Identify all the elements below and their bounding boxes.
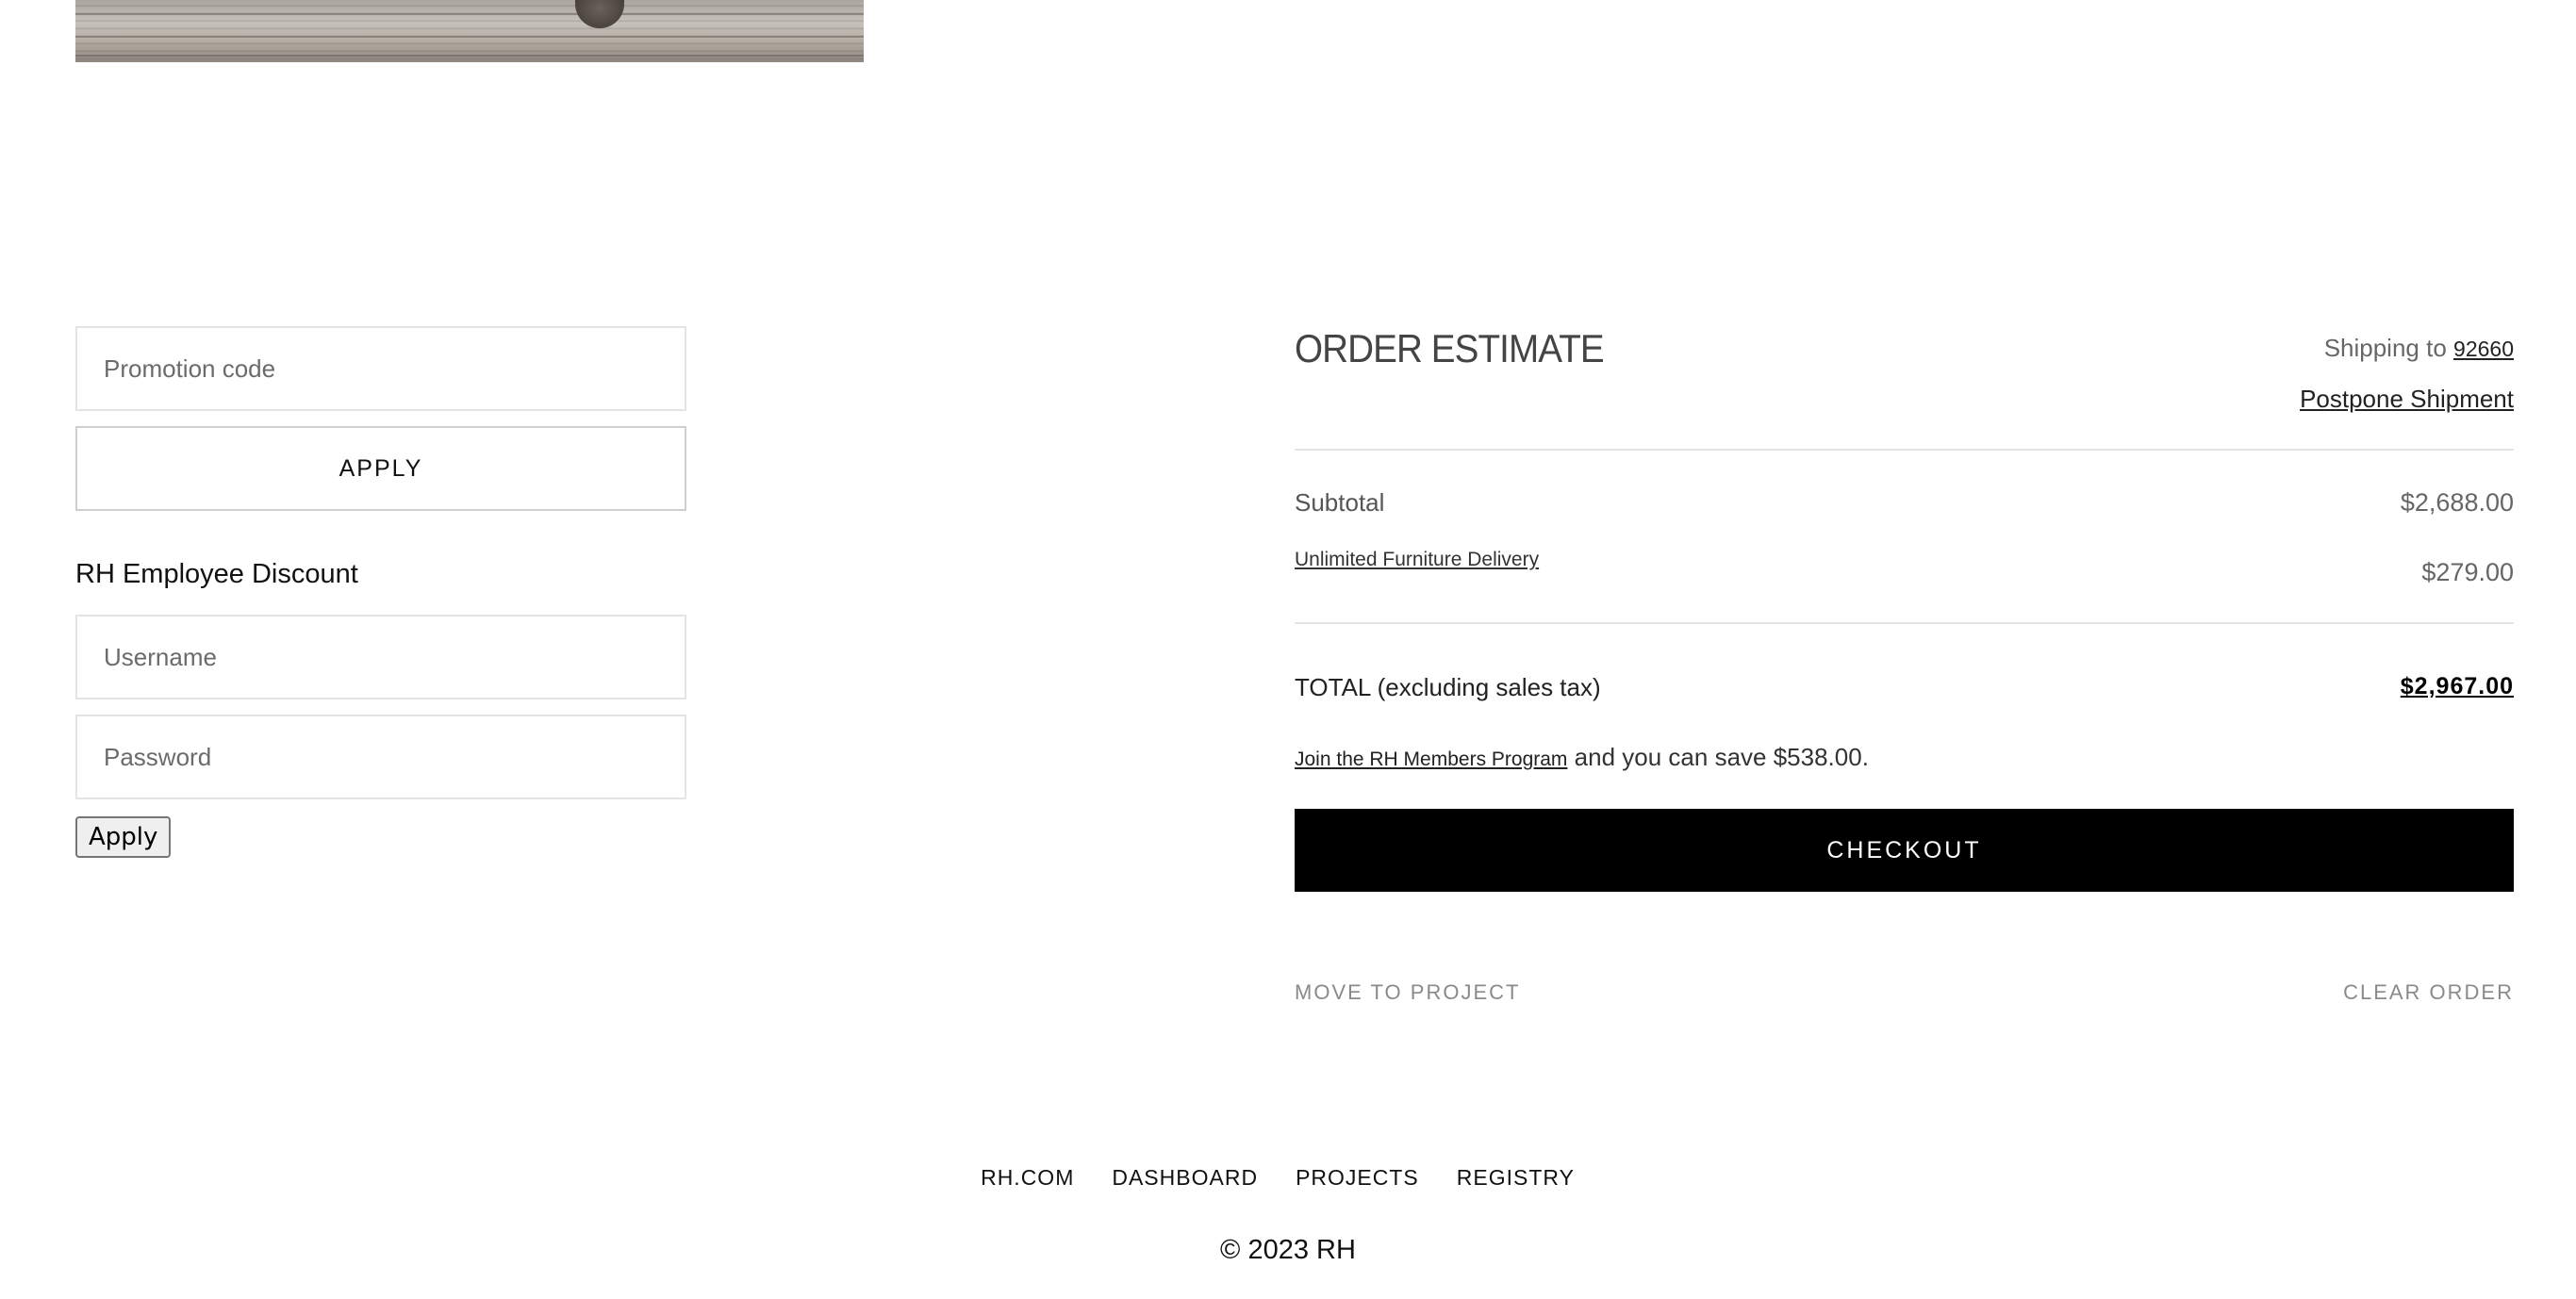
employee-discount-heading: RH Employee Discount: [75, 559, 358, 589]
promo-and-discount-section: APPLY RH Employee Discount Apply: [75, 326, 686, 858]
subtotal-value: $2,688.00: [2400, 488, 2514, 517]
order-actions: MOVE TO PROJECT CLEAR ORDER: [1295, 980, 2514, 1011]
delivery-value: $279.00: [2421, 558, 2514, 586]
order-estimate-section: ORDER ESTIMATE Shipping to 92660 Postpon…: [1295, 326, 2514, 1011]
members-savings-text: and you can save $538.00.: [1574, 743, 1869, 771]
shipping-to: Shipping to 92660: [2324, 334, 2514, 363]
move-to-project-link[interactable]: MOVE TO PROJECT: [1295, 980, 1520, 1005]
product-image: [75, 0, 864, 62]
copyright: © 2023 RH: [1220, 1235, 1356, 1265]
employee-apply-button[interactable]: Apply: [75, 816, 172, 858]
password-input[interactable]: [75, 715, 686, 799]
subtotal-label: Subtotal: [1295, 488, 1385, 517]
delivery-row: Unlimited Furniture Delivery $279.00: [1295, 547, 2514, 586]
members-promo: Join the RH Members Program and you can …: [1295, 743, 2514, 781]
footer-link-dashboard[interactable]: DASHBOARD: [1112, 1165, 1258, 1191]
footer-link-registry[interactable]: REGISTRY: [1457, 1165, 1575, 1191]
divider: [1295, 622, 2514, 624]
total-row: TOTAL (excluding sales tax) $2,967.00: [1295, 673, 2514, 711]
shipping-zip-link[interactable]: 92660: [2453, 337, 2514, 361]
unlimited-delivery-link[interactable]: Unlimited Furniture Delivery: [1295, 549, 1539, 571]
divider: [1295, 449, 2514, 451]
postpone-shipment-link[interactable]: Postpone Shipment: [2300, 385, 2514, 414]
footer-link-projects[interactable]: PROJECTS: [1296, 1165, 1419, 1191]
join-members-link[interactable]: Join the RH Members Program: [1295, 748, 1567, 770]
promotion-apply-button[interactable]: APPLY: [75, 426, 686, 511]
footer-link-rh-com[interactable]: RH.COM: [981, 1165, 1074, 1191]
furniture-foot: [575, 0, 624, 28]
clear-order-link[interactable]: CLEAR ORDER: [2343, 980, 2514, 1005]
order-header: ORDER ESTIMATE Shipping to 92660 Postpon…: [1295, 326, 2514, 449]
promotion-code-input[interactable]: [75, 326, 686, 411]
username-input[interactable]: [75, 615, 686, 699]
total-value: $2,967.00: [2400, 673, 2514, 699]
subtotal-row: Subtotal $2,688.00: [1295, 488, 2514, 526]
checkout-button[interactable]: CHECKOUT: [1295, 809, 2514, 892]
total-label: TOTAL (excluding sales tax): [1295, 673, 1601, 701]
footer-nav: RH.COM DASHBOARD PROJECTS REGISTRY: [0, 1165, 2576, 1191]
order-estimate-title: ORDER ESTIMATE: [1295, 326, 1605, 370]
shipping-to-label: Shipping to: [2323, 334, 2447, 362]
